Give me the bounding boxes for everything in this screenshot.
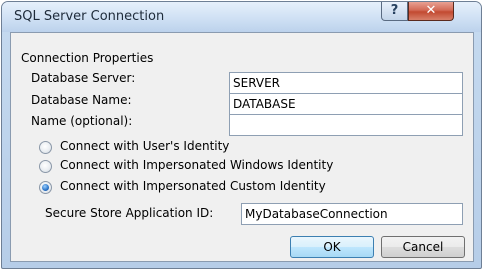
close-icon[interactable]: ✕ (408, 2, 454, 21)
radio-button[interactable] (39, 160, 52, 173)
radio-users-identity-label: Connect with User's Identity (60, 139, 230, 153)
radio-button[interactable] (39, 141, 52, 154)
connection-properties-heading: Connection Properties (21, 51, 154, 65)
database-name-input[interactable]: DATABASE (229, 93, 463, 115)
cancel-button[interactable]: Cancel (381, 236, 465, 258)
secure-store-id-input[interactable]: MyDatabaseConnection (241, 203, 463, 225)
database-name-label: Database Name: (31, 93, 132, 107)
help-icon[interactable]: ? (381, 2, 408, 21)
dialog-title: SQL Server Connection (14, 9, 165, 24)
database-server-input[interactable]: SERVER (229, 72, 463, 94)
name-optional-input[interactable] (229, 114, 463, 136)
radio-impersonated-custom-identity-label: Connect with Impersonated Custom Identit… (60, 179, 326, 193)
title-bar[interactable]: SQL Server Connection ? ✕ (2, 2, 481, 32)
ok-button[interactable]: OK (290, 236, 374, 258)
radio-impersonated-windows-identity-label: Connect with Impersonated Windows Identi… (60, 158, 334, 172)
radio-button-selected[interactable] (39, 181, 52, 194)
dialog-body: Connection Properties Database Server: S… (10, 32, 474, 262)
database-server-label: Database Server: (31, 71, 136, 85)
name-optional-label: Name (optional): (31, 114, 133, 128)
sql-server-connection-dialog: SQL Server Connection ? ✕ Connection Pro… (1, 1, 482, 269)
secure-store-id-label: Secure Store Application ID: (45, 206, 214, 220)
